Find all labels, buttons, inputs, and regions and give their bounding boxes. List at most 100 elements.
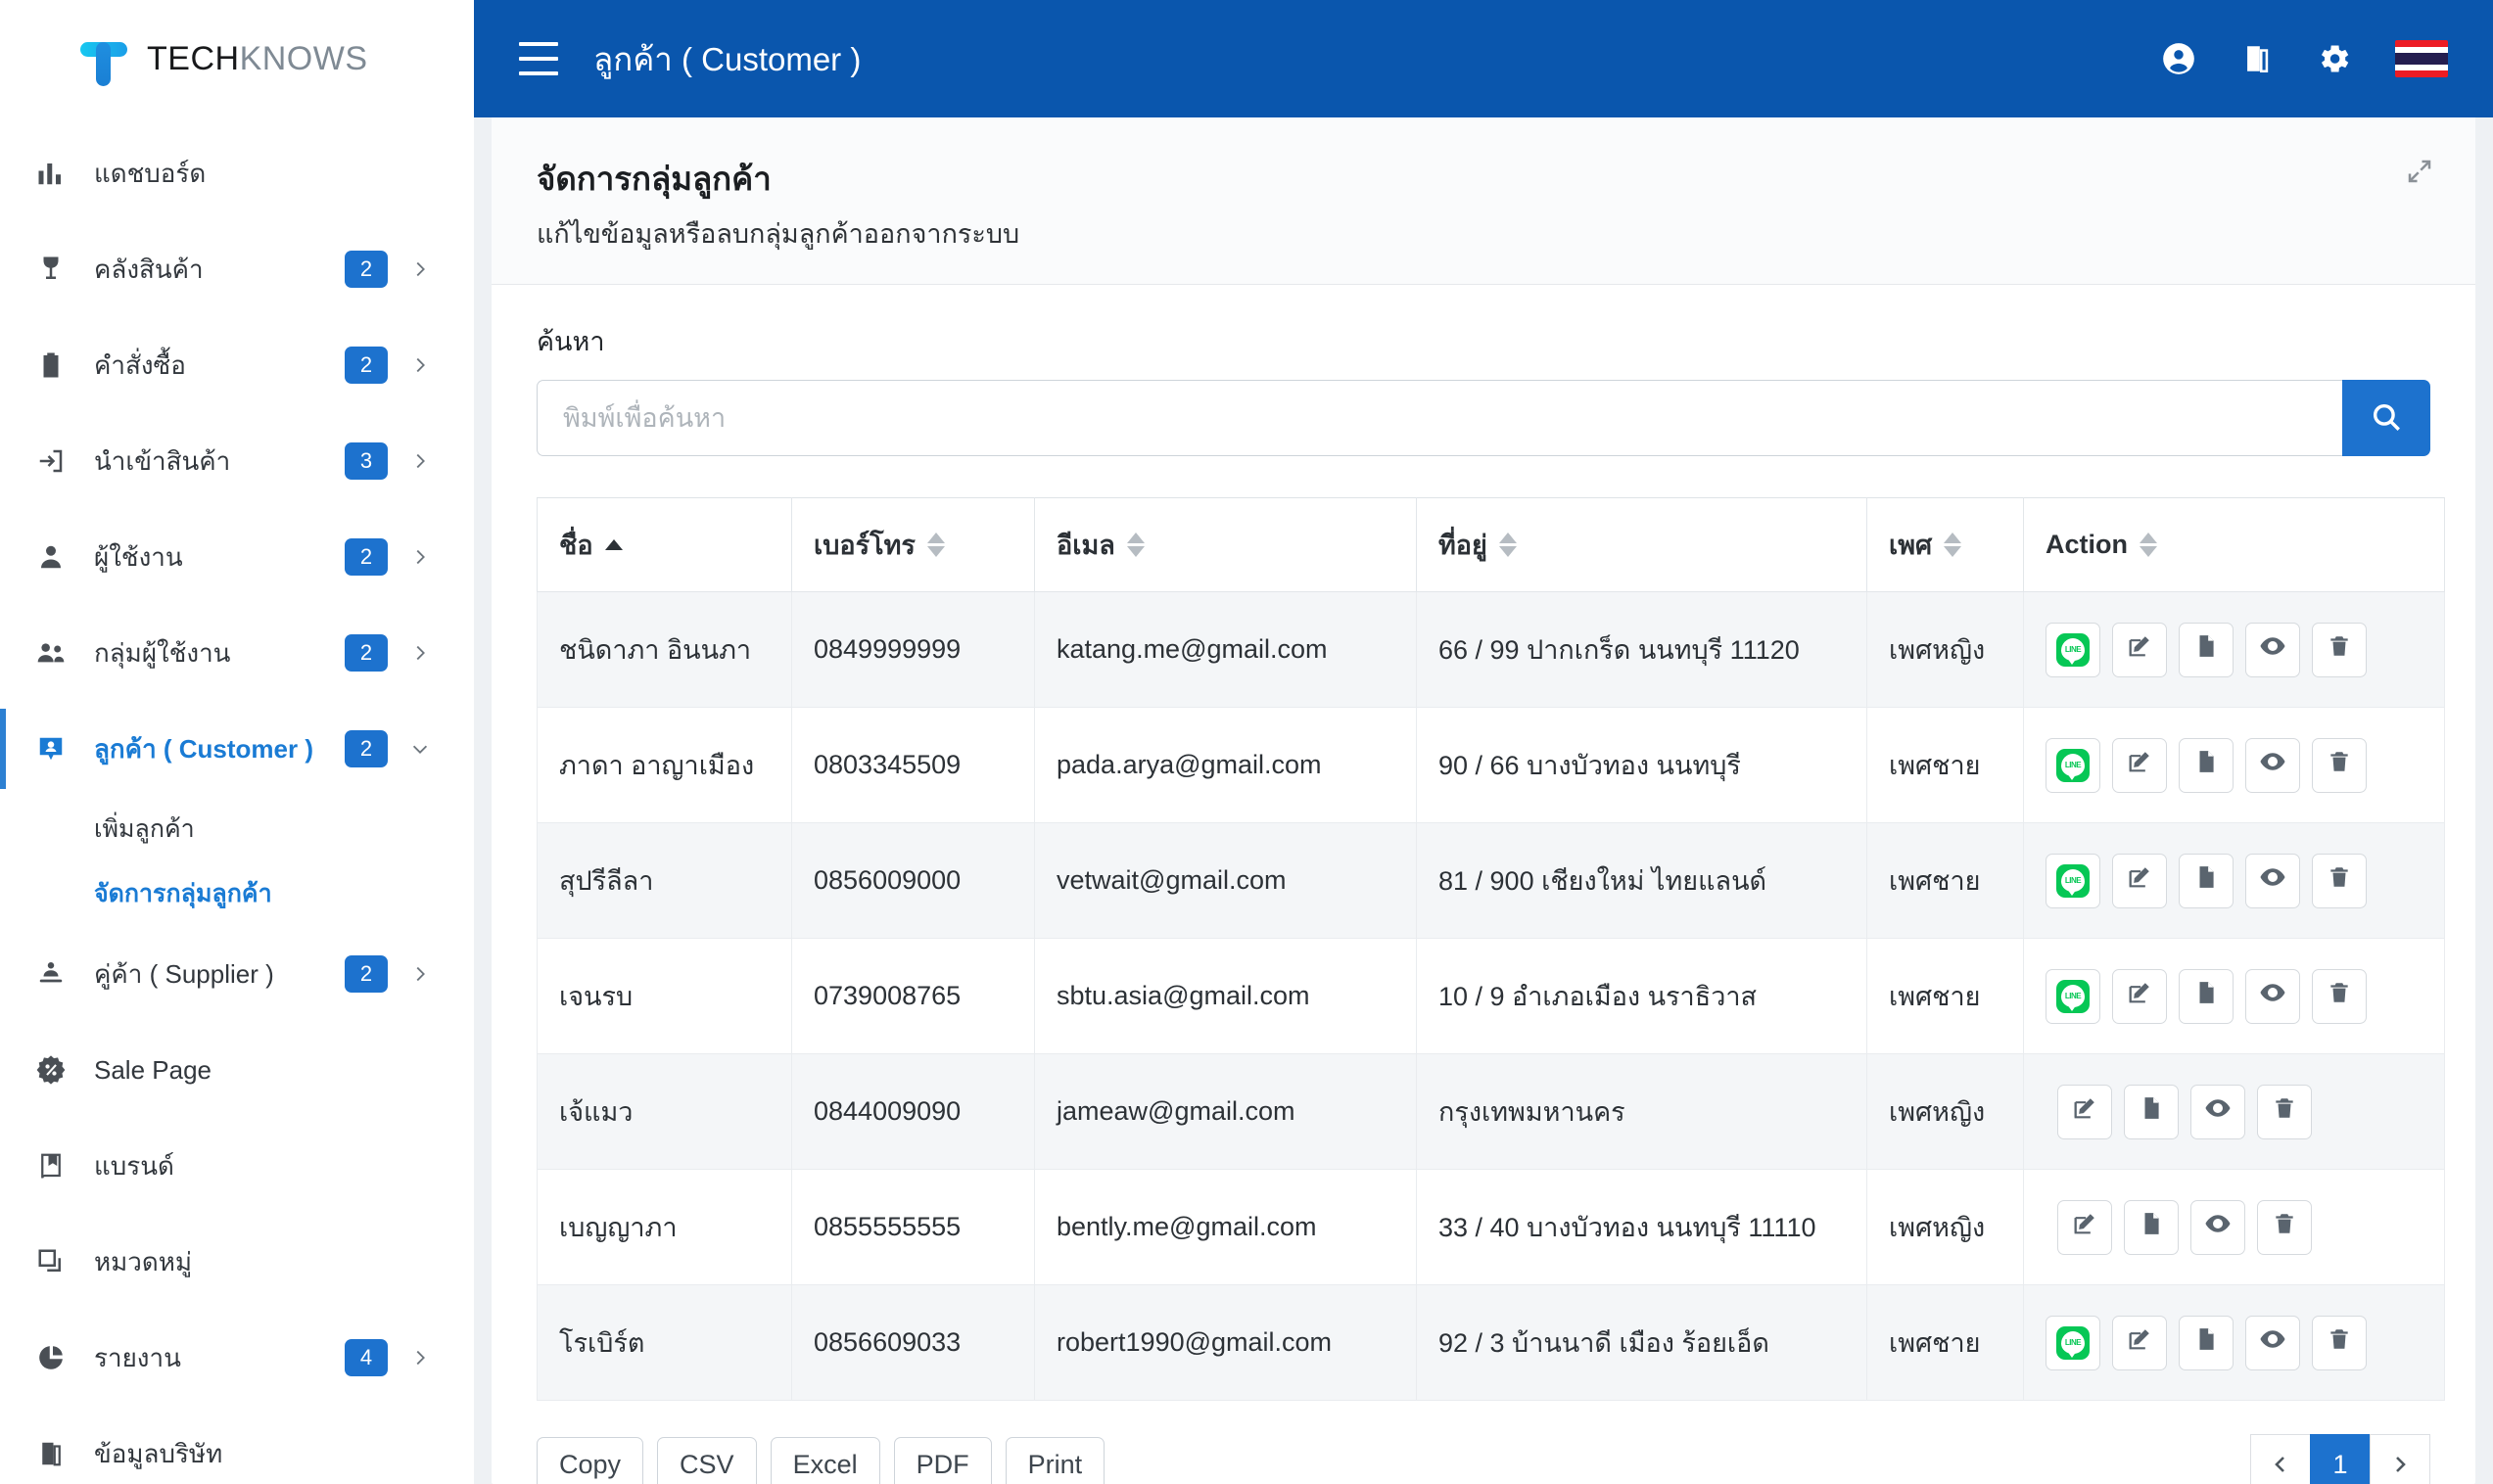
view-button[interactable] [2190, 1199, 2245, 1255]
sidebar-item-customer[interactable]: ลูกค้า ( Customer ) 2 [0, 701, 474, 797]
trash-icon [2272, 1094, 2297, 1129]
cell-email: vetwait@gmail.com [1034, 822, 1417, 939]
edit-button[interactable] [2112, 853, 2167, 908]
export-button-group: Copy CSV Excel PDF Print [537, 1437, 1105, 1484]
edit-button[interactable] [2057, 1084, 2112, 1139]
export-button-csv[interactable]: CSV [657, 1437, 757, 1484]
cell-gender: เพศหญิง [1866, 1169, 2024, 1285]
line-contact-button[interactable]: LINE [2046, 968, 2100, 1024]
edit-button[interactable] [2112, 622, 2167, 677]
sidebar-item-label: ผู้ใช้งาน [94, 541, 183, 572]
edit-button[interactable] [2112, 968, 2167, 1024]
export-button-excel[interactable]: Excel [770, 1437, 880, 1484]
sidebar-item-supplier[interactable]: คู่ค้า ( Supplier ) 2 [0, 926, 474, 1022]
table-head: ชื่อ เบอร์โทร อีเมล ที่อยู่ เพศ Action [537, 497, 2445, 592]
expand-icon[interactable] [2405, 157, 2434, 191]
sidebar-item-inventory[interactable]: คลังสินค้า 2 [0, 221, 474, 317]
gear-icon[interactable] [2317, 41, 2352, 76]
document-button[interactable] [2124, 1084, 2179, 1139]
sidebar-item-orders[interactable]: คำสั่งซื้อ 2 [0, 317, 474, 413]
sidebar-item-company-info[interactable]: ข้อมูลบริษัท [0, 1406, 474, 1484]
card-header: จัดการกลุ่มลูกค้า แก้ไขข้อมูลหรือลบกลุ่ม… [492, 117, 2475, 285]
line-contact-button[interactable]: LINE [2046, 1315, 2100, 1370]
cell-address: 90 / 66 บางบัวทอง นนทบุรี [1416, 707, 1867, 823]
document-button[interactable] [2179, 1315, 2234, 1370]
column-header-name[interactable]: ชื่อ [537, 497, 792, 592]
cell-address: 92 / 3 บ้านนาดี เมือง ร้อยเอ็ด [1416, 1284, 1867, 1401]
column-header-action[interactable]: Action [2023, 497, 2445, 592]
account-circle-icon[interactable] [2160, 40, 2197, 77]
view-button[interactable] [2245, 622, 2300, 677]
document-button[interactable] [2179, 968, 2234, 1024]
eye-icon [2203, 1093, 2233, 1130]
pagination-prev-button[interactable] [2250, 1434, 2311, 1484]
column-label: เพศ [1889, 531, 1933, 560]
sidebar-item-brand[interactable]: แบรนด์ [0, 1118, 474, 1214]
delete-button[interactable] [2312, 737, 2367, 793]
delete-button[interactable] [2312, 968, 2367, 1024]
view-button[interactable] [2245, 968, 2300, 1024]
view-button[interactable] [2245, 853, 2300, 908]
edit-icon [2126, 979, 2153, 1013]
sort-asc-icon [604, 539, 623, 550]
pagination: 1 [2250, 1434, 2430, 1484]
delete-button[interactable] [2312, 1315, 2367, 1370]
card-title: จัดการกลุ่มลูกค้า [537, 161, 772, 197]
line-contact-button[interactable]: LINE [2046, 853, 2100, 908]
edit-button[interactable] [2057, 1199, 2112, 1255]
row-action-buttons: LINE [2046, 1315, 2422, 1370]
thailand-flag-icon[interactable] [2395, 40, 2448, 77]
column-header-gender[interactable]: เพศ [1866, 497, 2024, 592]
sort-icon [926, 533, 945, 557]
sidebar-badge: 2 [345, 251, 388, 288]
search-button[interactable] [2342, 380, 2430, 456]
column-header-phone[interactable]: เบอร์โทร [791, 497, 1035, 592]
edit-button[interactable] [2112, 1315, 2167, 1370]
eye-icon [2258, 978, 2287, 1014]
sidebar-subitem-add-customer[interactable]: เพิ่มลูกค้า [0, 797, 474, 861]
line-contact-button[interactable]: LINE [2046, 737, 2100, 793]
sidebar-item-users[interactable]: ผู้ใช้งาน 2 [0, 509, 474, 605]
document-button[interactable] [2179, 622, 2234, 677]
column-header-address[interactable]: ที่อยู่ [1416, 497, 1867, 592]
hamburger-menu-icon[interactable] [519, 42, 558, 75]
delete-button[interactable] [2257, 1084, 2312, 1139]
cell-phone: 0856609033 [791, 1284, 1035, 1401]
export-button-copy[interactable]: Copy [537, 1437, 644, 1484]
view-button[interactable] [2245, 1315, 2300, 1370]
view-button[interactable] [2245, 737, 2300, 793]
delete-button[interactable] [2257, 1199, 2312, 1255]
brand-logo-area[interactable]: TECHKNOWS [0, 0, 474, 117]
table-header-row: ชื่อ เบอร์โทร อีเมล ที่อยู่ เพศ Action [537, 497, 2445, 592]
delete-button[interactable] [2312, 853, 2367, 908]
document-button[interactable] [2179, 853, 2234, 908]
sidebar-badge: 3 [345, 442, 388, 480]
document-button[interactable] [2124, 1199, 2179, 1255]
sidebar-item-reports[interactable]: รายงาน 4 [0, 1310, 474, 1406]
sidebar-item-dashboard[interactable]: แดชบอร์ด [0, 125, 474, 221]
cell-address: 66 / 99 ปากเกร็ด นนทบุรี 11120 [1416, 591, 1867, 708]
document-icon [2193, 632, 2219, 667]
chevron-right-icon [409, 642, 431, 664]
delete-button[interactable] [2312, 622, 2367, 677]
export-button-print[interactable]: Print [1005, 1437, 1105, 1484]
sidebar-item-import[interactable]: นำเข้าสินค้า 3 [0, 413, 474, 509]
pagination-page-1[interactable]: 1 [2310, 1434, 2371, 1484]
column-header-email[interactable]: อีเมล [1034, 497, 1417, 592]
document-button[interactable] [2179, 737, 2234, 793]
edit-button[interactable] [2112, 737, 2167, 793]
pagination-next-button[interactable] [2370, 1434, 2430, 1484]
logout-door-icon[interactable] [2240, 42, 2274, 75]
sidebar-item-user-groups[interactable]: กลุ่มผู้ใช้งาน 2 [0, 605, 474, 701]
sidebar-item-sale-page[interactable]: Sale Page [0, 1022, 474, 1118]
sidebar-item-category[interactable]: หมวดหมู่ [0, 1214, 474, 1310]
line-contact-button[interactable]: LINE [2046, 622, 2100, 677]
users-icon [29, 637, 72, 669]
sidebar-subitem-manage-customer-group[interactable]: จัดการกลุ่มลูกค้า [0, 861, 474, 926]
search-input[interactable] [537, 380, 2342, 456]
cell-actions: LINE [2023, 938, 2445, 1054]
table-row: ภาดา อาญาเมือง 0803345509 pada.arya@gmail.… [537, 707, 2445, 823]
export-button-pdf[interactable]: PDF [893, 1437, 992, 1484]
cell-name: เจ้แมว [537, 1053, 792, 1170]
view-button[interactable] [2190, 1084, 2245, 1139]
